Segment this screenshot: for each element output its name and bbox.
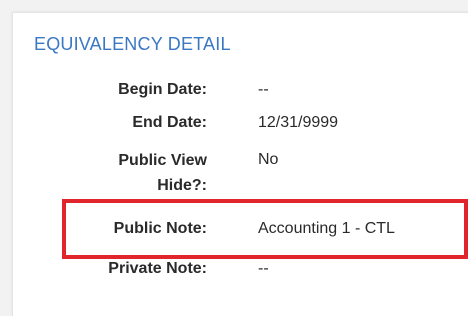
field-value: 12/31/9999 (258, 114, 339, 131)
field-label: Private Note: (108, 260, 207, 277)
field-end-date: End Date: 12/31/9999 (13, 111, 468, 141)
field-begin-date: Begin Date: -- (13, 78, 468, 108)
equivalency-detail-panel: EQUIVALENCY DETAIL Begin Date: -- End Da… (12, 12, 468, 316)
field-value: -- (258, 81, 269, 98)
section-title: EQUIVALENCY DETAIL (34, 34, 231, 54)
field-value: No (258, 151, 279, 168)
field-label: End Date: (132, 114, 207, 131)
field-public-note: Public Note: Accounting 1 - CTL (13, 217, 468, 247)
field-public-view-hide: Public View Hide?: No (13, 148, 468, 198)
field-label: Begin Date: (118, 81, 207, 98)
field-value: Accounting 1 - CTL (258, 220, 395, 237)
field-value: -- (258, 260, 269, 277)
field-label: Public View Hide?: (118, 152, 207, 194)
field-label: Public Note: (113, 220, 207, 237)
field-private-note: Private Note: -- (13, 257, 468, 287)
